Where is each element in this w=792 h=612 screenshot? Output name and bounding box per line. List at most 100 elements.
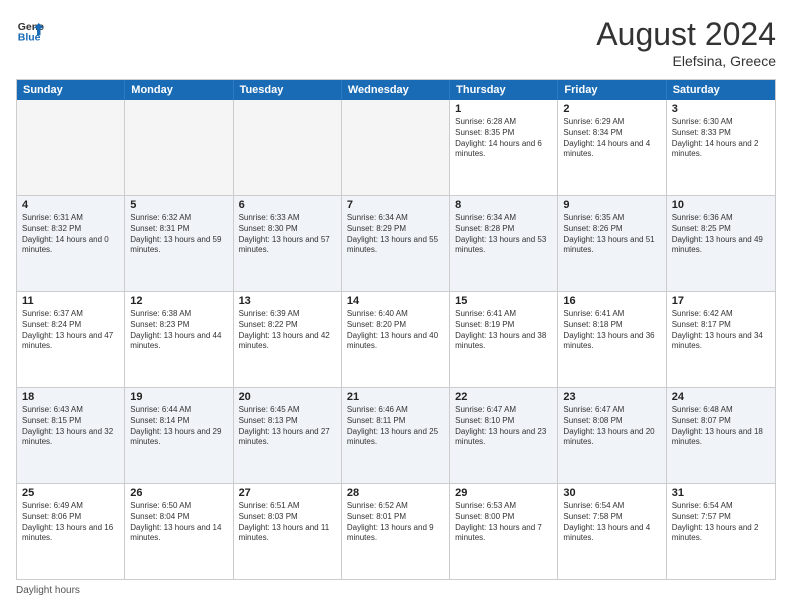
day-number: 7 (347, 199, 444, 211)
cell-daylight-text: Sunrise: 6:47 AM Sunset: 8:10 PM Dayligh… (455, 405, 552, 448)
day-number: 20 (239, 391, 336, 403)
calendar-cell-4-3: 20 Sunrise: 6:45 AM Sunset: 8:13 PM Dayli… (234, 388, 342, 483)
cell-daylight-text: Sunrise: 6:38 AM Sunset: 8:23 PM Dayligh… (130, 309, 227, 352)
day-number: 27 (239, 487, 336, 499)
day-number: 10 (672, 199, 770, 211)
calendar-cell-3-1: 11Sunrise: 6:37 AM Sunset: 8:24 PM Dayli… (17, 292, 125, 387)
calendar-cell-5-4: 28Sunrise: 6:52 AM Sunset: 8:01 PM Dayli… (342, 484, 450, 579)
day-number: 31 (672, 487, 770, 499)
calendar-cell-1-7: 3 Sunrise: 6:30 AM Sunset: 8:33 PM Daylig… (667, 100, 775, 195)
calendar-cell-2-7: 10Sunrise: 6:36 AM Sunset: 8:25 PM Dayli… (667, 196, 775, 291)
day-header-saturday: Saturday (667, 80, 775, 100)
calendar-cell-5-7: 31 Sunrise: 6:54 AM Sunset: 7:57 PM Dayli… (667, 484, 775, 579)
day-number: 11 (22, 295, 119, 307)
day-number: 17 (672, 295, 770, 307)
calendar-cell-1-5: 1 Sunrise: 6:28 AM Sunset: 8:35 PM Daylig… (450, 100, 558, 195)
calendar-cell-2-5: 8 Sunrise: 6:34 AM Sunset: 8:28 PM Daylig… (450, 196, 558, 291)
day-number: 4 (22, 199, 119, 211)
calendar-row-4: 18 Sunrise: 6:43 AM Sunset: 8:15 PM Dayli… (17, 388, 775, 484)
calendar-cell-4-7: 24 Sunrise: 6:48 AM Sunset: 8:07 PM Dayli… (667, 388, 775, 483)
day-number: 1 (455, 103, 552, 115)
day-header-friday: Friday (558, 80, 666, 100)
cell-daylight-text: Sunrise: 6:29 AM Sunset: 8:34 PM Dayligh… (563, 117, 660, 160)
calendar-cell-5-3: 27Sunrise: 6:51 AM Sunset: 8:03 PM Dayli… (234, 484, 342, 579)
calendar-cell-3-2: 12 Sunrise: 6:38 AM Sunset: 8:23 PM Dayli… (125, 292, 233, 387)
day-number: 6 (239, 199, 336, 211)
calendar-cell-3-4: 14 Sunrise: 6:40 AM Sunset: 8:20 PM Dayli… (342, 292, 450, 387)
calendar-cell-4-1: 18 Sunrise: 6:43 AM Sunset: 8:15 PM Dayli… (17, 388, 125, 483)
calendar-cell-3-6: 16 Sunrise: 6:41 AM Sunset: 8:18 PM Dayli… (558, 292, 666, 387)
day-header-wednesday: Wednesday (342, 80, 450, 100)
day-number: 5 (130, 199, 227, 211)
day-number: 25 (22, 487, 119, 499)
cell-daylight-text: Sunrise: 6:34 AM Sunset: 8:28 PM Dayligh… (455, 213, 552, 256)
month-year-title: August 2024 (596, 16, 776, 53)
cell-daylight-text: Sunrise: 6:45 AM Sunset: 8:13 PM Dayligh… (239, 405, 336, 448)
day-number: 12 (130, 295, 227, 307)
calendar-cell-3-5: 15 Sunrise: 6:41 AM Sunset: 8:19 PM Dayli… (450, 292, 558, 387)
calendar-cell-4-5: 22 Sunrise: 6:47 AM Sunset: 8:10 PM Dayli… (450, 388, 558, 483)
day-number: 30 (563, 487, 660, 499)
cell-daylight-text: Sunrise: 6:49 AM Sunset: 8:06 PM Dayligh… (22, 501, 119, 544)
calendar-cell-1-6: 2Sunrise: 6:29 AM Sunset: 8:34 PM Daylig… (558, 100, 666, 195)
cell-daylight-text: Sunrise: 6:31 AM Sunset: 8:32 PM Dayligh… (22, 213, 119, 256)
day-number: 19 (130, 391, 227, 403)
cell-daylight-text: Sunrise: 6:46 AM Sunset: 8:11 PM Dayligh… (347, 405, 444, 448)
calendar-cell-1-2 (125, 100, 233, 195)
day-number: 21 (347, 391, 444, 403)
cell-daylight-text: Sunrise: 6:39 AM Sunset: 8:22 PM Dayligh… (239, 309, 336, 352)
logo: General Blue (16, 16, 44, 44)
calendar-cell-4-2: 19 Sunrise: 6:44 AM Sunset: 8:14 PM Dayli… (125, 388, 233, 483)
calendar-row-5: 25 Sunrise: 6:49 AM Sunset: 8:06 PM Dayli… (17, 484, 775, 579)
cell-daylight-text: Sunrise: 6:54 AM Sunset: 7:58 PM Dayligh… (563, 501, 660, 544)
day-number: 13 (239, 295, 336, 307)
calendar-cell-5-1: 25 Sunrise: 6:49 AM Sunset: 8:06 PM Dayli… (17, 484, 125, 579)
calendar-cell-3-7: 17 Sunrise: 6:42 AM Sunset: 8:17 PM Dayli… (667, 292, 775, 387)
calendar-cell-2-6: 9 Sunrise: 6:35 AM Sunset: 8:26 PM Daylig… (558, 196, 666, 291)
cell-daylight-text: Sunrise: 6:42 AM Sunset: 8:17 PM Dayligh… (672, 309, 770, 352)
day-number: 24 (672, 391, 770, 403)
page: General Blue August 2024 Elefsina, Greec… (0, 0, 792, 612)
header: General Blue August 2024 Elefsina, Greec… (16, 16, 776, 69)
cell-daylight-text: Sunrise: 6:54 AM Sunset: 7:57 PM Dayligh… (672, 501, 770, 544)
day-number: 22 (455, 391, 552, 403)
calendar-row-1: 1 Sunrise: 6:28 AM Sunset: 8:35 PM Daylig… (17, 100, 775, 196)
cell-daylight-text: Sunrise: 6:50 AM Sunset: 8:04 PM Dayligh… (130, 501, 227, 544)
day-number: 9 (563, 199, 660, 211)
day-number: 18 (22, 391, 119, 403)
cell-daylight-text: Sunrise: 6:44 AM Sunset: 8:14 PM Dayligh… (130, 405, 227, 448)
cell-daylight-text: Sunrise: 6:35 AM Sunset: 8:26 PM Dayligh… (563, 213, 660, 256)
day-number: 16 (563, 295, 660, 307)
day-number: 26 (130, 487, 227, 499)
calendar-cell-2-3: 6 Sunrise: 6:33 AM Sunset: 8:30 PM Daylig… (234, 196, 342, 291)
cell-daylight-text: Sunrise: 6:47 AM Sunset: 8:08 PM Dayligh… (563, 405, 660, 448)
day-number: 8 (455, 199, 552, 211)
day-number: 23 (563, 391, 660, 403)
cell-daylight-text: Sunrise: 6:43 AM Sunset: 8:15 PM Dayligh… (22, 405, 119, 448)
calendar-header: SundayMondayTuesdayWednesdayThursdayFrid… (17, 80, 775, 100)
day-number: 14 (347, 295, 444, 307)
day-header-sunday: Sunday (17, 80, 125, 100)
day-number: 15 (455, 295, 552, 307)
calendar-cell-1-3 (234, 100, 342, 195)
calendar-cell-5-5: 29Sunrise: 6:53 AM Sunset: 8:00 PM Dayli… (450, 484, 558, 579)
cell-daylight-text: Sunrise: 6:41 AM Sunset: 8:18 PM Dayligh… (563, 309, 660, 352)
cell-daylight-text: Sunrise: 6:40 AM Sunset: 8:20 PM Dayligh… (347, 309, 444, 352)
footer-note: Daylight hours (16, 585, 776, 596)
calendar-cell-2-1: 4 Sunrise: 6:31 AM Sunset: 8:32 PM Daylig… (17, 196, 125, 291)
cell-daylight-text: Sunrise: 6:28 AM Sunset: 8:35 PM Dayligh… (455, 117, 552, 160)
logo-icon: General Blue (16, 16, 44, 44)
calendar-cell-3-3: 13 Sunrise: 6:39 AM Sunset: 8:22 PM Dayli… (234, 292, 342, 387)
cell-daylight-text: Sunrise: 6:53 AM Sunset: 8:00 PM Dayligh… (455, 501, 552, 544)
cell-daylight-text: Sunrise: 6:34 AM Sunset: 8:29 PM Dayligh… (347, 213, 444, 256)
day-number: 3 (672, 103, 770, 115)
cell-daylight-text: Sunrise: 6:41 AM Sunset: 8:19 PM Dayligh… (455, 309, 552, 352)
cell-daylight-text: Sunrise: 6:30 AM Sunset: 8:33 PM Dayligh… (672, 117, 770, 160)
calendar-body: 1 Sunrise: 6:28 AM Sunset: 8:35 PM Daylig… (17, 100, 775, 579)
calendar-row-3: 11Sunrise: 6:37 AM Sunset: 8:24 PM Dayli… (17, 292, 775, 388)
cell-daylight-text: Sunrise: 6:52 AM Sunset: 8:01 PM Dayligh… (347, 501, 444, 544)
calendar-cell-2-4: 7 Sunrise: 6:34 AM Sunset: 8:29 PM Daylig… (342, 196, 450, 291)
calendar: SundayMondayTuesdayWednesdayThursdayFrid… (16, 79, 776, 580)
cell-daylight-text: Sunrise: 6:48 AM Sunset: 8:07 PM Dayligh… (672, 405, 770, 448)
cell-daylight-text: Sunrise: 6:33 AM Sunset: 8:30 PM Dayligh… (239, 213, 336, 256)
